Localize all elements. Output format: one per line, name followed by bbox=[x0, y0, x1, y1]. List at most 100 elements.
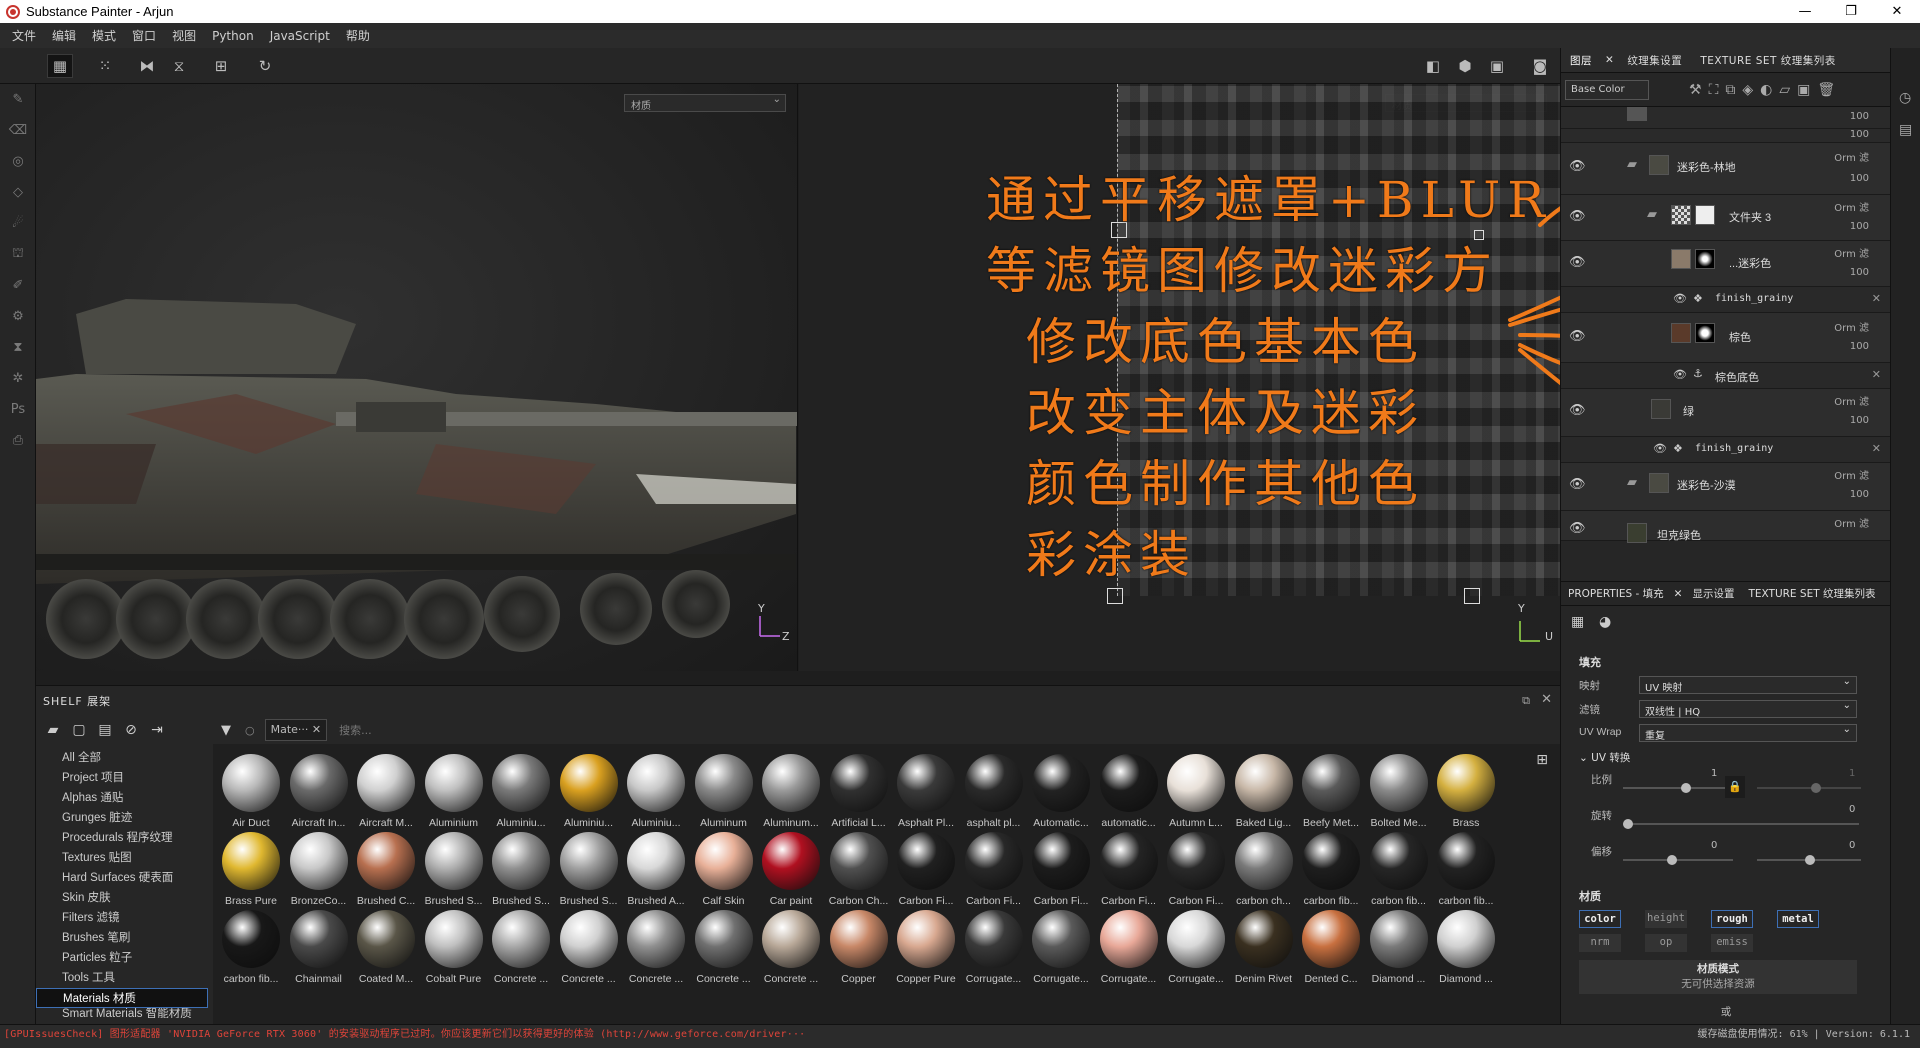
layer-opacity[interactable]: 100 bbox=[1850, 341, 1869, 352]
fill-layer-icon[interactable]: ◈ bbox=[1742, 82, 1753, 98]
tab-texture-set-settings[interactable]: 纹理集设置 bbox=[1618, 53, 1691, 68]
maximize-button[interactable]: ❐ bbox=[1828, 0, 1874, 23]
material-thumbnail[interactable]: Diamond ... bbox=[1432, 908, 1500, 986]
split-view-icon[interactable]: ◧ bbox=[1420, 54, 1446, 78]
duplicate-icon[interactable]: ▣ bbox=[1797, 82, 1810, 98]
material-thumbnail[interactable]: Corrugate... bbox=[1162, 908, 1230, 986]
cube-view-icon[interactable]: ⬢ bbox=[1452, 54, 1478, 78]
material-thumbnail[interactable]: carbon fib... bbox=[1297, 830, 1365, 908]
grid-view-icon[interactable]: ▦ bbox=[47, 54, 73, 78]
undock-icon[interactable]: ⧉ bbox=[1522, 694, 1530, 708]
shelf-category-skin[interactable]: Skin 皮肤 bbox=[36, 888, 208, 908]
gpu-warning-message[interactable]: [GPUIssuesCheck] 图形适配器 'NVIDIA GeForce R… bbox=[4, 1025, 805, 1045]
shelf-category-alphas[interactable]: Alphas 通贴 bbox=[36, 788, 208, 808]
layer-opacity[interactable]: 100 bbox=[1850, 267, 1869, 278]
layer-effect-row[interactable]: 👁 ❖ finish_grainy ✕ bbox=[1561, 437, 1891, 463]
material-thumbnail[interactable]: BronzeCo... bbox=[285, 830, 353, 908]
shelf-category-textures[interactable]: Textures 贴图 bbox=[36, 848, 208, 868]
photoshop-icon[interactable]: Ps bbox=[0, 394, 36, 425]
material-thumbnail[interactable]: Automatic... bbox=[1027, 752, 1095, 830]
material-thumbnail[interactable]: Beefy Met... bbox=[1297, 752, 1365, 830]
material-thumbnail[interactable]: Aluminum bbox=[690, 752, 758, 830]
close-shelf-icon[interactable]: ✕ bbox=[1541, 692, 1552, 707]
menu-edit[interactable]: 编辑 bbox=[44, 27, 84, 44]
material-thumbnail[interactable]: Concrete ... bbox=[555, 908, 623, 986]
shelf-category-project[interactable]: Project 项目 bbox=[36, 768, 208, 788]
material-thumbnail[interactable]: Aluminiu... bbox=[555, 752, 623, 830]
channel-emiss-toggle[interactable]: emiss bbox=[1711, 934, 1753, 952]
clone-stamp-icon[interactable]: ⛫ bbox=[0, 239, 36, 270]
layer-blend-mode[interactable]: Orm 滤 bbox=[1834, 393, 1869, 408]
material-thumbnail[interactable]: Dented C... bbox=[1297, 908, 1365, 986]
offset-slider-1[interactable] bbox=[1623, 855, 1733, 865]
tab-properties[interactable]: PROPERTIES - 填充 bbox=[1561, 586, 1671, 601]
add-effect-icon[interactable]: ⛶ bbox=[1709, 82, 1719, 98]
channel-select[interactable]: Base Color bbox=[1565, 79, 1649, 100]
channel-color-toggle[interactable]: color bbox=[1579, 910, 1621, 928]
material-thumbnail[interactable]: Bolted Me... bbox=[1365, 752, 1433, 830]
material-thumbnail[interactable]: Carbon Fi... bbox=[892, 830, 960, 908]
transform-handle[interactable] bbox=[1107, 588, 1123, 604]
shelf-category-smart-materials[interactable]: Smart Materials 智能材质 bbox=[36, 1008, 208, 1018]
uv-transform-toggle[interactable]: ⌄ UV 转换 bbox=[1579, 750, 1630, 765]
anchor-visibility-eye-icon[interactable]: 👁 bbox=[1673, 368, 1687, 381]
shelf-category-particles[interactable]: Particles 粒子 bbox=[36, 948, 208, 968]
scale-slider[interactable] bbox=[1623, 783, 1733, 793]
scale-slider-2[interactable] bbox=[1757, 783, 1861, 793]
material-thumbnail[interactable]: Concrete ... bbox=[757, 908, 825, 986]
material-thumbnail[interactable]: Coated M... bbox=[352, 908, 420, 986]
material-thumbnail[interactable]: Carbon Fi... bbox=[960, 830, 1028, 908]
layer-row[interactable]: 100 bbox=[1561, 107, 1891, 129]
visibility-eye-icon[interactable]: 👁 bbox=[1569, 329, 1586, 344]
shelf-category-all[interactable]: All 全部 bbox=[36, 748, 208, 768]
mapping-select[interactable]: UV 映射 bbox=[1639, 676, 1857, 694]
shelf-category-brushes[interactable]: Brushes 笔刷 bbox=[36, 928, 208, 948]
add-frame-icon[interactable]: ⊞ bbox=[208, 54, 234, 78]
visibility-eye-icon[interactable]: 👁 bbox=[1569, 255, 1586, 270]
folder-icon[interactable]: ▰ bbox=[40, 718, 66, 742]
add-layer-icon[interactable]: ⧉ bbox=[1725, 82, 1735, 98]
visibility-eye-icon[interactable]: 👁 bbox=[1569, 159, 1586, 174]
lock-icon[interactable]: 🔒 bbox=[1725, 776, 1745, 798]
material-thumbnail[interactable]: carbon fib... bbox=[1365, 830, 1433, 908]
layer-row[interactable]: 👁 绿 Orm 滤 100 bbox=[1561, 389, 1891, 437]
offset-slider-1-knob[interactable] bbox=[1667, 855, 1677, 865]
layer-row[interactable]: 👁 ▰ 迷彩色-林地 Orm 滤 100 bbox=[1561, 143, 1891, 195]
material-thumbnail[interactable]: Brass Pure bbox=[217, 830, 285, 908]
material-thumbnail[interactable]: Copper bbox=[825, 908, 893, 986]
shelf-category-tools[interactable]: Tools 工具 bbox=[36, 968, 208, 988]
hourglass-icon[interactable]: ⧗ bbox=[0, 332, 36, 363]
material-thumbnail[interactable]: Aluminum... bbox=[757, 752, 825, 830]
rotate-slider[interactable] bbox=[1623, 819, 1859, 829]
layer-row[interactable]: 👁 ...迷彩色 Orm 滤 100 bbox=[1561, 241, 1891, 287]
material-thumbnail[interactable]: Aircraft In... bbox=[285, 752, 353, 830]
shelf-category-grunges[interactable]: Grunges 脏迹 bbox=[36, 808, 208, 828]
layer-opacity[interactable]: 100 bbox=[1850, 415, 1869, 426]
smudge-icon[interactable]: ☄ bbox=[0, 208, 36, 239]
scale-slider-knob[interactable] bbox=[1681, 783, 1691, 793]
material-thumbnail[interactable]: automatic... bbox=[1095, 752, 1163, 830]
material-thumbnail[interactable]: Aluminiu... bbox=[487, 752, 555, 830]
layer-row[interactable]: 👁 ▰ 迷彩色-沙漠 Orm 滤 100 bbox=[1561, 463, 1891, 511]
tab-display-settings[interactable]: 显示设置 bbox=[1685, 586, 1741, 601]
material-thumbnail[interactable]: Carbon Fi... bbox=[1162, 830, 1230, 908]
projection-icon[interactable]: ◎ bbox=[0, 146, 36, 177]
layer-row[interactable]: 👁 棕色 Orm 滤 100 bbox=[1561, 313, 1891, 363]
settings-icon[interactable]: ✲ bbox=[0, 363, 36, 394]
remove-anchor-icon[interactable]: ✕ bbox=[1872, 368, 1881, 381]
material-thumbnail[interactable]: Brushed C... bbox=[352, 830, 420, 908]
material-thumbnail[interactable]: Brushed A... bbox=[622, 830, 690, 908]
menu-javascript[interactable]: JavaScript bbox=[262, 29, 338, 43]
offset-slider-2[interactable] bbox=[1757, 855, 1861, 865]
history-icon[interactable]: ↻ bbox=[252, 54, 278, 78]
folder-add-icon[interactable]: ▱ bbox=[1779, 82, 1790, 98]
channel-op-toggle[interactable]: op bbox=[1645, 934, 1687, 952]
material-thumbnail[interactable]: Carbon Ch... bbox=[825, 830, 893, 908]
shelf-category-filters[interactable]: Filters 滤镜 bbox=[36, 908, 208, 928]
layer-opacity[interactable]: 100 bbox=[1850, 489, 1869, 500]
layer-blend-mode[interactable]: Orm 滤 bbox=[1834, 199, 1869, 214]
material-thumbnail[interactable]: Cobalt Pure bbox=[420, 908, 488, 986]
close-window-button[interactable]: ✕ bbox=[1874, 0, 1920, 23]
close-tab-icon[interactable]: ✕ bbox=[1601, 54, 1618, 66]
scale-slider-2-knob[interactable] bbox=[1811, 783, 1821, 793]
